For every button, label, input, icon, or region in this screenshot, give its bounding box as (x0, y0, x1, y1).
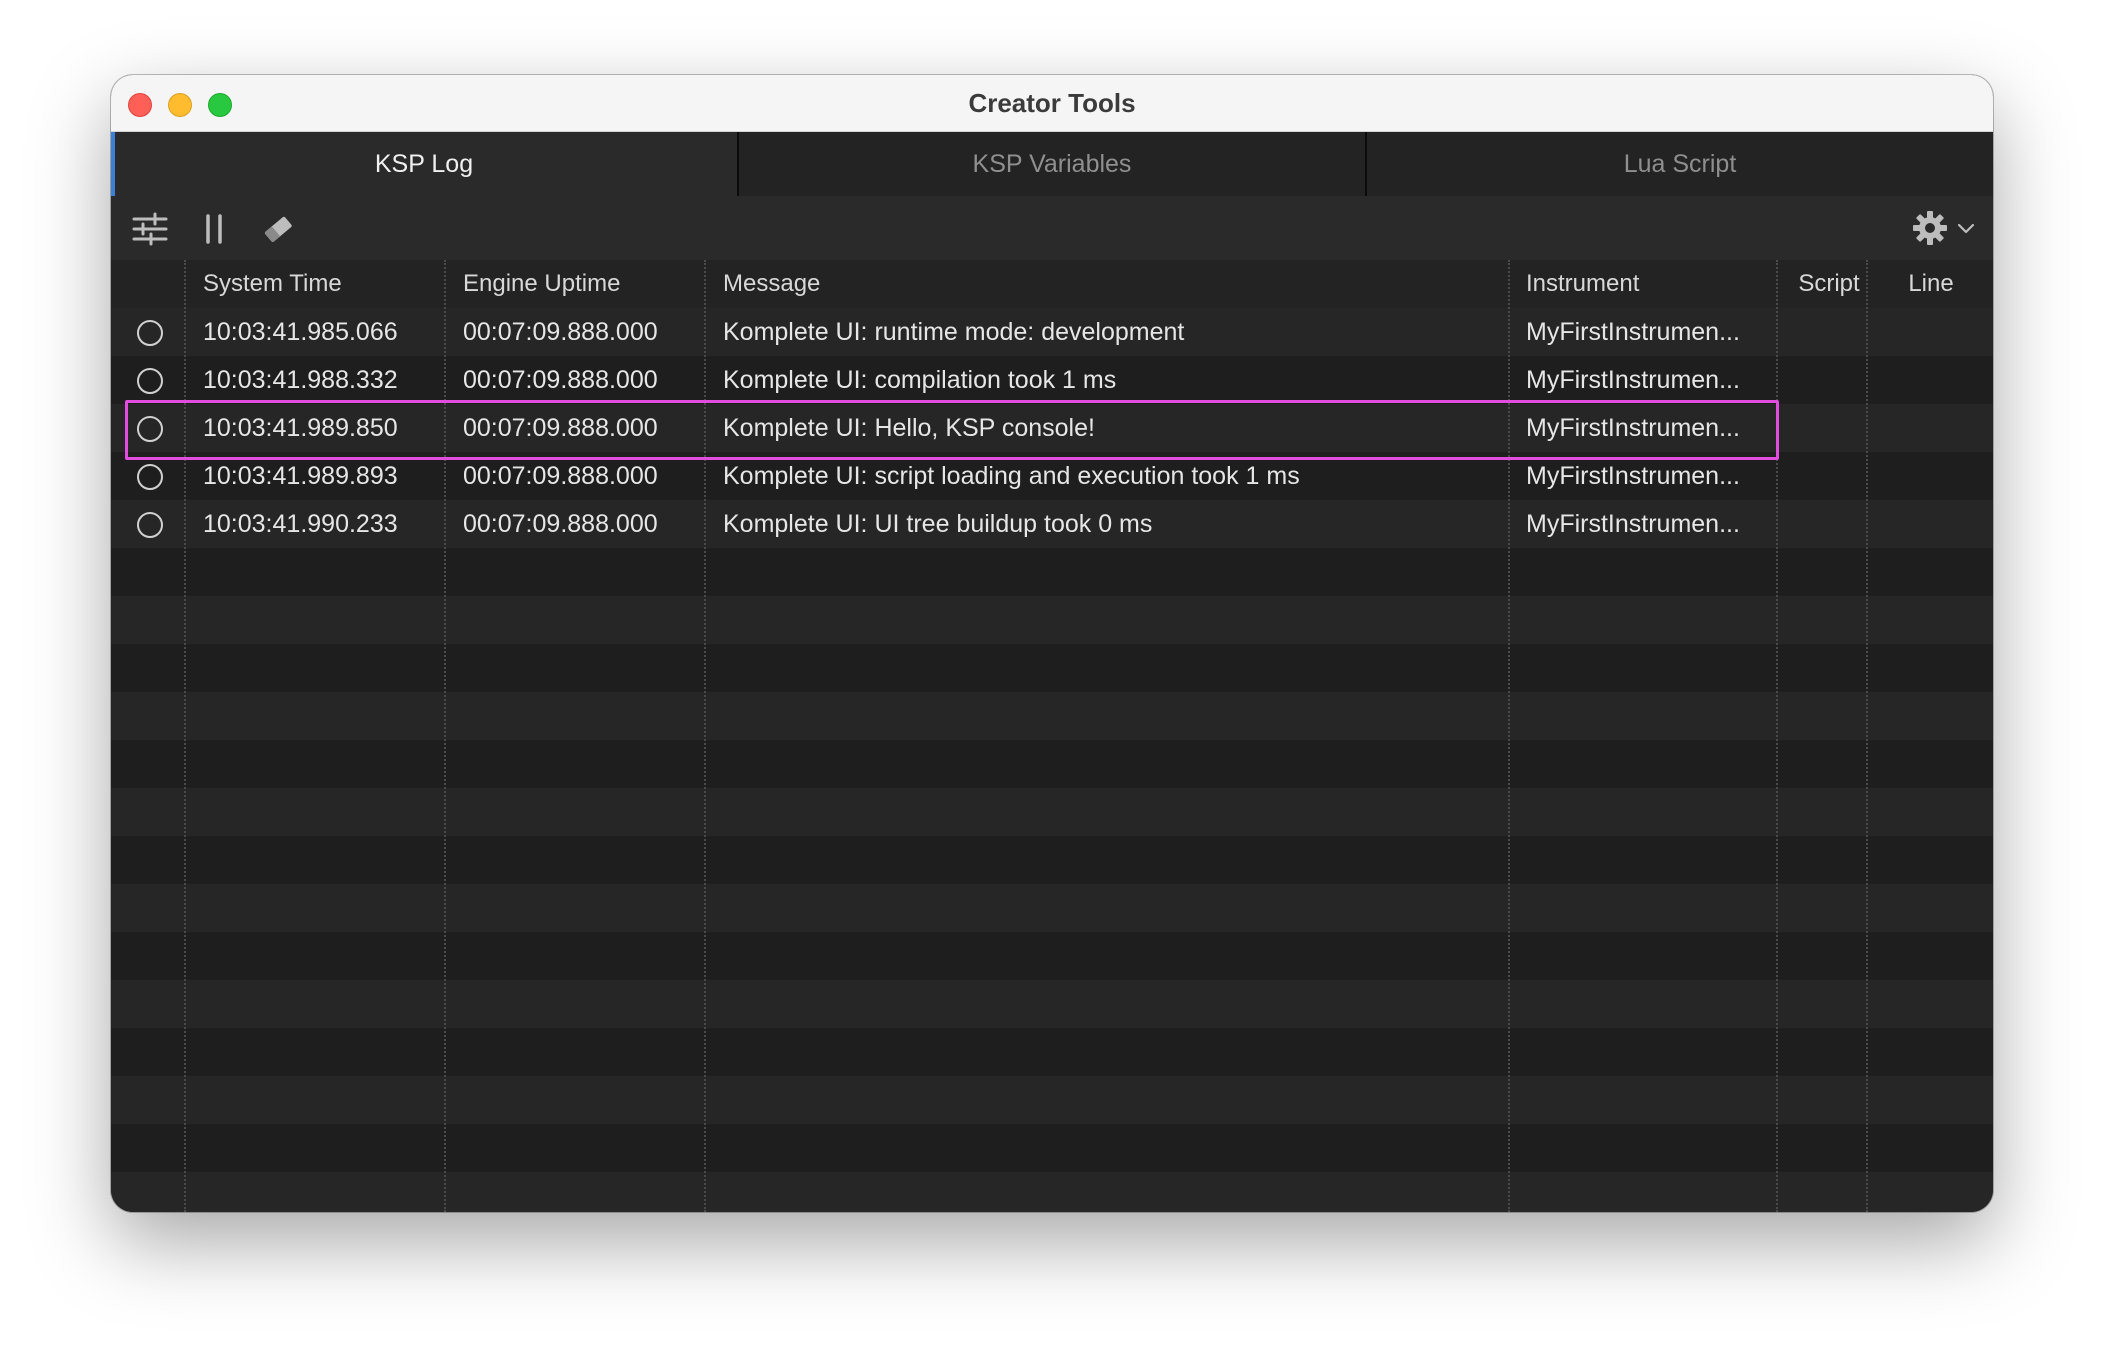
tab-ksp-variables[interactable]: KSP Variables (737, 132, 1365, 196)
cell-system-time: 10:03:41.988.332 (203, 366, 398, 394)
column-divider[interactable] (1866, 260, 1868, 1212)
cell-message: Komplete UI: compilation took 1 ms (723, 366, 1117, 394)
cell-engine-uptime: 00:07:09.888.000 (463, 318, 658, 346)
cell-instrument: MyFirstInstrumen... (1526, 366, 1740, 394)
log-table: 10:03:41.985.066 00:07:09.888.000 Komple… (111, 260, 1993, 1212)
title-bar: Creator Tools (111, 75, 1993, 132)
empty-row (111, 692, 1993, 740)
column-divider[interactable] (1776, 260, 1778, 1212)
cell-message: Komplete UI: Hello, KSP console! (723, 414, 1095, 442)
column-divider[interactable] (1508, 260, 1510, 1212)
empty-row (111, 1076, 1993, 1124)
cell-engine-uptime: 00:07:09.888.000 (463, 366, 658, 394)
column-header-line[interactable]: Line (1881, 260, 1981, 308)
empty-row (111, 1172, 1993, 1212)
cell-system-time: 10:03:41.989.850 (203, 414, 398, 442)
empty-row (111, 1028, 1993, 1076)
empty-row (111, 788, 1993, 836)
row-select-radio[interactable] (137, 464, 163, 490)
gear-icon[interactable] (1911, 209, 1949, 247)
cell-system-time: 10:03:41.990.233 (203, 510, 398, 538)
empty-row (111, 596, 1993, 644)
empty-row (111, 1124, 1993, 1172)
window-title: Creator Tools (968, 88, 1136, 118)
column-divider[interactable] (444, 260, 446, 1212)
cell-instrument: MyFirstInstrumen... (1526, 510, 1740, 538)
cell-system-time: 10:03:41.989.893 (203, 462, 398, 490)
row-select-radio[interactable] (137, 416, 163, 442)
column-header-instrument[interactable]: Instrument (1526, 260, 1776, 308)
column-header-script[interactable]: Script (1789, 260, 1869, 308)
column-divider[interactable] (184, 260, 186, 1212)
empty-row (111, 548, 1993, 596)
column-header-engine-uptime[interactable]: Engine Uptime (463, 260, 713, 308)
cell-message: Komplete UI: script loading and executio… (723, 462, 1300, 490)
empty-row (111, 980, 1993, 1028)
table-row[interactable]: 10:03:41.989.893 00:07:09.888.000 Komple… (111, 452, 1993, 500)
row-select-radio[interactable] (137, 320, 163, 346)
column-divider[interactable] (704, 260, 706, 1212)
table-row[interactable]: 10:03:41.985.066 00:07:09.888.000 Komple… (111, 308, 1993, 356)
table-row[interactable]: 10:03:41.988.332 00:07:09.888.000 Komple… (111, 356, 1993, 404)
cell-engine-uptime: 00:07:09.888.000 (463, 510, 658, 538)
column-header-message[interactable]: Message (723, 260, 1513, 308)
empty-row (111, 740, 1993, 788)
sliders-icon[interactable] (131, 210, 169, 248)
tab-ksp-log[interactable]: KSP Log (111, 132, 737, 196)
eraser-icon[interactable] (259, 210, 297, 248)
row-select-radio[interactable] (137, 368, 163, 394)
empty-row (111, 836, 1993, 884)
creator-tools-window: Creator Tools KSP Log KSP Variables Lua … (111, 75, 1993, 1212)
table-row[interactable]: 10:03:41.990.233 00:07:09.888.000 Komple… (111, 500, 1993, 548)
row-select-radio[interactable] (137, 512, 163, 538)
cell-message: Komplete UI: runtime mode: development (723, 318, 1185, 346)
cell-instrument: MyFirstInstrumen... (1526, 462, 1740, 490)
table-row[interactable]: 10:03:41.989.850 00:07:09.888.000 Komple… (111, 404, 1993, 452)
table-header: System Time Engine Uptime Message Instru… (111, 260, 1993, 308)
chevron-down-icon[interactable] (1955, 217, 1977, 239)
cell-instrument: MyFirstInstrumen... (1526, 318, 1740, 346)
pause-icon[interactable] (195, 210, 233, 248)
tab-lua-script[interactable]: Lua Script (1365, 132, 1993, 196)
toolbar (111, 196, 1993, 260)
cell-system-time: 10:03:41.985.066 (203, 318, 398, 346)
cell-engine-uptime: 00:07:09.888.000 (463, 414, 658, 442)
column-header-system-time[interactable]: System Time (203, 260, 453, 308)
cell-instrument: MyFirstInstrumen... (1526, 414, 1740, 442)
cell-engine-uptime: 00:07:09.888.000 (463, 462, 658, 490)
empty-row (111, 884, 1993, 932)
empty-row (111, 644, 1993, 692)
cell-message: Komplete UI: UI tree buildup took 0 ms (723, 510, 1153, 538)
settings-menu[interactable] (1911, 208, 1977, 248)
empty-row (111, 932, 1993, 980)
tab-bar: KSP Log KSP Variables Lua Script (111, 132, 1993, 196)
